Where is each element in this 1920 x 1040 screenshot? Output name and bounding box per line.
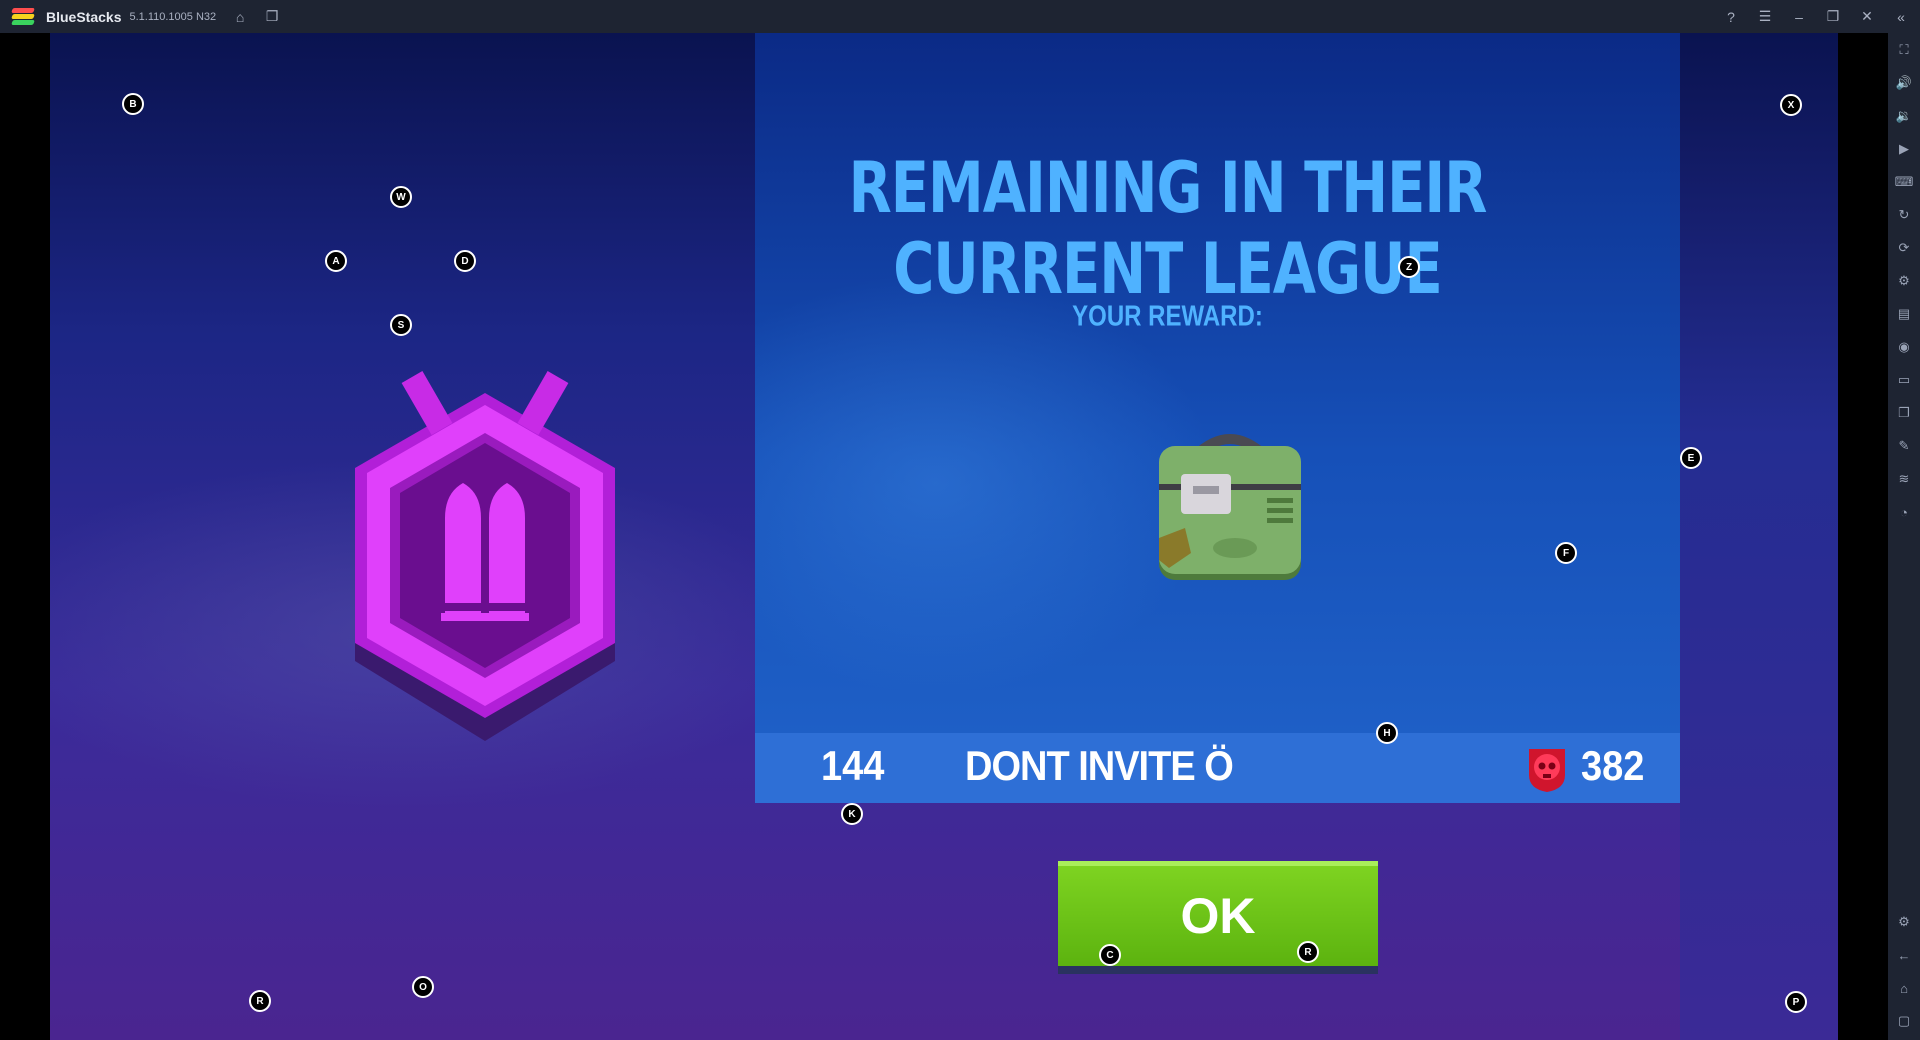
home-sidebar-icon[interactable]: ⌂: [1895, 979, 1913, 997]
folder-icon[interactable]: ▭: [1895, 371, 1913, 389]
keymap-marker-r-right[interactable]: R: [1297, 941, 1319, 963]
keymap-marker-d[interactable]: D: [454, 250, 476, 272]
media-icon[interactable]: ▶: [1895, 140, 1913, 158]
keymap-marker-c[interactable]: C: [1099, 944, 1121, 966]
eco-mode-icon[interactable]: ✎: [1895, 437, 1913, 455]
minimize-icon[interactable]: –: [1790, 9, 1808, 25]
keymap-marker-b[interactable]: B: [122, 93, 144, 115]
app-title: BlueStacks: [46, 8, 122, 25]
help-icon[interactable]: ?: [1722, 9, 1740, 25]
game-viewport[interactable]: REMAINING IN THEIR CURRENT LEAGUE YOUR R…: [50, 33, 1838, 1040]
multi-instance-sidebar-icon[interactable]: ❐: [1895, 404, 1913, 422]
rotate-icon[interactable]: ↻: [1895, 206, 1913, 224]
player-rank: 144: [821, 743, 885, 791]
back-icon[interactable]: ←: [1895, 946, 1913, 964]
layers-icon[interactable]: ≋: [1895, 470, 1913, 488]
keymap-marker-r-left[interactable]: R: [249, 990, 271, 1012]
keymap-marker-k[interactable]: K: [841, 803, 863, 825]
keymap-marker-f[interactable]: F: [1555, 542, 1577, 564]
reward-label: YOUR REWARD:: [1072, 300, 1263, 333]
league-panel: [755, 33, 1680, 733]
player-name: DONT INVITE Ö: [965, 743, 1234, 791]
speed-icon[interactable]: ◔: [1895, 503, 1913, 521]
apk-icon[interactable]: ▤: [1895, 305, 1913, 323]
headline: REMAINING IN THEIR CURRENT LEAGUE: [848, 148, 1488, 311]
keymap-marker-e[interactable]: E: [1680, 447, 1702, 469]
keyboard-icon[interactable]: ⌨: [1895, 173, 1914, 191]
keymap-marker-a[interactable]: A: [325, 250, 347, 272]
keymap-marker-p[interactable]: P: [1785, 991, 1807, 1013]
keymap-marker-h[interactable]: H: [1376, 722, 1398, 744]
macro-icon[interactable]: ⚙: [1895, 272, 1913, 290]
reward-chest-icon: [1159, 434, 1301, 580]
sync-icon[interactable]: ⟳: [1895, 239, 1913, 257]
multi-instance-icon[interactable]: ❐: [264, 8, 280, 25]
menu-icon[interactable]: ☰: [1756, 8, 1774, 25]
close-icon[interactable]: ✕: [1858, 8, 1876, 25]
restore-icon[interactable]: ❐: [1824, 8, 1842, 25]
window-controls: ? ☰ – ❐ ✕ «: [1722, 0, 1910, 33]
screenshot-icon[interactable]: ◉: [1895, 338, 1913, 356]
bluestacks-logo-icon: [11, 7, 35, 26]
recent-apps-icon[interactable]: ▢: [1895, 1012, 1913, 1030]
player-bar: 144 DONT INVITE Ö 382: [755, 733, 1680, 803]
collapse-sidebar-icon[interactable]: «: [1892, 9, 1910, 25]
fullscreen-icon[interactable]: ⛶: [1895, 41, 1913, 59]
settings-icon[interactable]: ⚙: [1895, 913, 1913, 931]
app-version: 5.1.110.1005 N32: [129, 10, 217, 23]
skull-trophy-icon: [1529, 749, 1565, 792]
keymap-marker-o[interactable]: O: [412, 976, 434, 998]
title-bar: BlueStacks 5.1.110.1005 N32 ⌂ ❐ ? ☰ – ❐ …: [0, 0, 1920, 33]
league-badge-icon: [355, 371, 615, 741]
home-icon[interactable]: ⌂: [232, 9, 248, 25]
volume-up-icon[interactable]: 🔊: [1895, 74, 1913, 92]
keymap-marker-z[interactable]: Z: [1398, 256, 1420, 278]
player-score: 382: [1581, 743, 1645, 791]
volume-down-icon[interactable]: 🔉: [1895, 107, 1913, 125]
background-band: [1680, 33, 1838, 1040]
keymap-marker-x[interactable]: X: [1780, 94, 1802, 116]
keymap-marker-w[interactable]: W: [390, 186, 412, 208]
right-sidebar: ⛶ 🔊 🔉 ▶ ⌨ ↻ ⟳ ⚙ ▤ ◉ ▭ ❐ ✎ ≋ ◔ ⚙ ← ⌂ ▢: [1888, 33, 1920, 1040]
keymap-marker-s[interactable]: S: [390, 314, 412, 336]
